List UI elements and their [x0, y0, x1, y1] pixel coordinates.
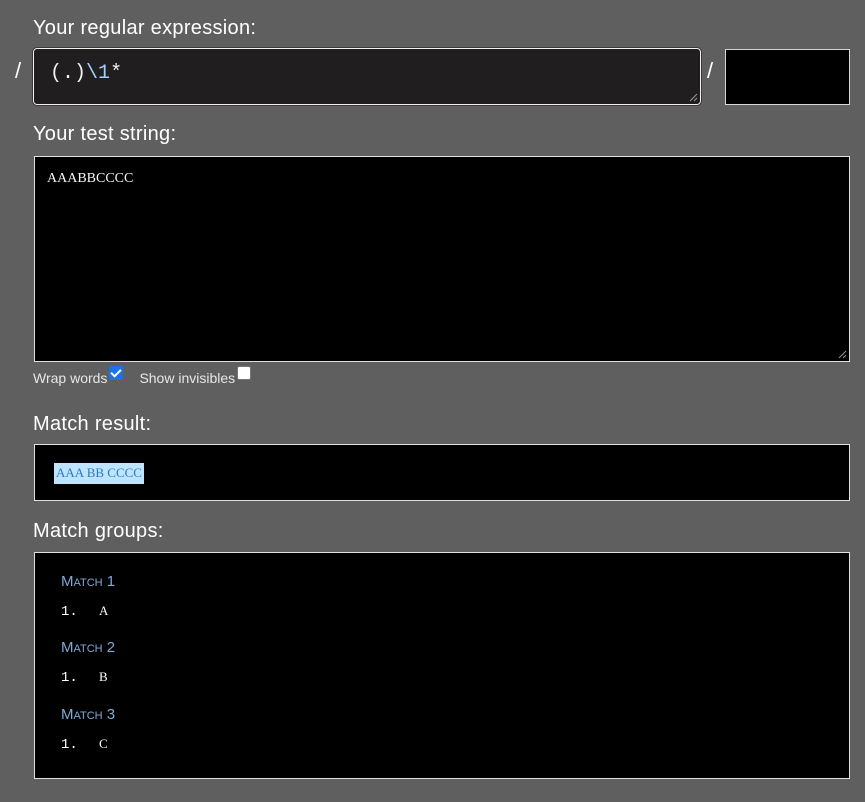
resize-grip-icon[interactable]	[838, 350, 847, 359]
regex-dot: .	[62, 62, 75, 85]
test-string-label: Your test string:	[33, 123, 177, 145]
match-result-label: Match result:	[33, 413, 152, 435]
regex-close-slash: /	[707, 58, 714, 83]
show-invisibles-checkbox[interactable]	[237, 366, 252, 380]
regex-paren-open: (	[50, 62, 63, 85]
test-string-value: AAABBCCCC	[47, 171, 134, 186]
match-2-group-row: 1. B	[61, 669, 108, 686]
display-options: Wrap words Show invisibles	[33, 366, 252, 386]
match-2-title: Match 2	[61, 639, 116, 656]
match-groups-panel: Match 1 1. A Match 2 1. B Match 3 1. C	[34, 552, 850, 779]
match-groups-label: Match groups:	[33, 520, 164, 542]
match-1-group-row: 1. A	[61, 603, 109, 620]
show-invisibles-label: Show invisibles	[139, 370, 236, 386]
match-3-group-row: 1. C	[61, 736, 108, 753]
regex-open-slash: /	[15, 58, 22, 83]
wrap-words-checkbox[interactable]	[109, 366, 124, 380]
test-string-input[interactable]: AAABBCCCC	[34, 156, 850, 362]
wrap-words-label: Wrap words	[33, 370, 108, 386]
regex-backref: \1	[86, 62, 111, 85]
resize-grip-icon[interactable]	[689, 93, 698, 102]
regex-quantifier: *	[110, 62, 123, 85]
regex-input[interactable]: (.)\1*	[32, 47, 702, 106]
flags-input[interactable]	[725, 49, 850, 105]
regex-paren-close: )	[74, 62, 87, 85]
match-1-title: Match 1	[61, 573, 116, 590]
match-highlight: AAA BB CCCC	[54, 463, 144, 484]
match-3-title: Match 3	[61, 706, 116, 723]
match-result-panel: AAA BB CCCC	[34, 444, 850, 501]
regex-label: Your regular expression:	[33, 17, 257, 39]
